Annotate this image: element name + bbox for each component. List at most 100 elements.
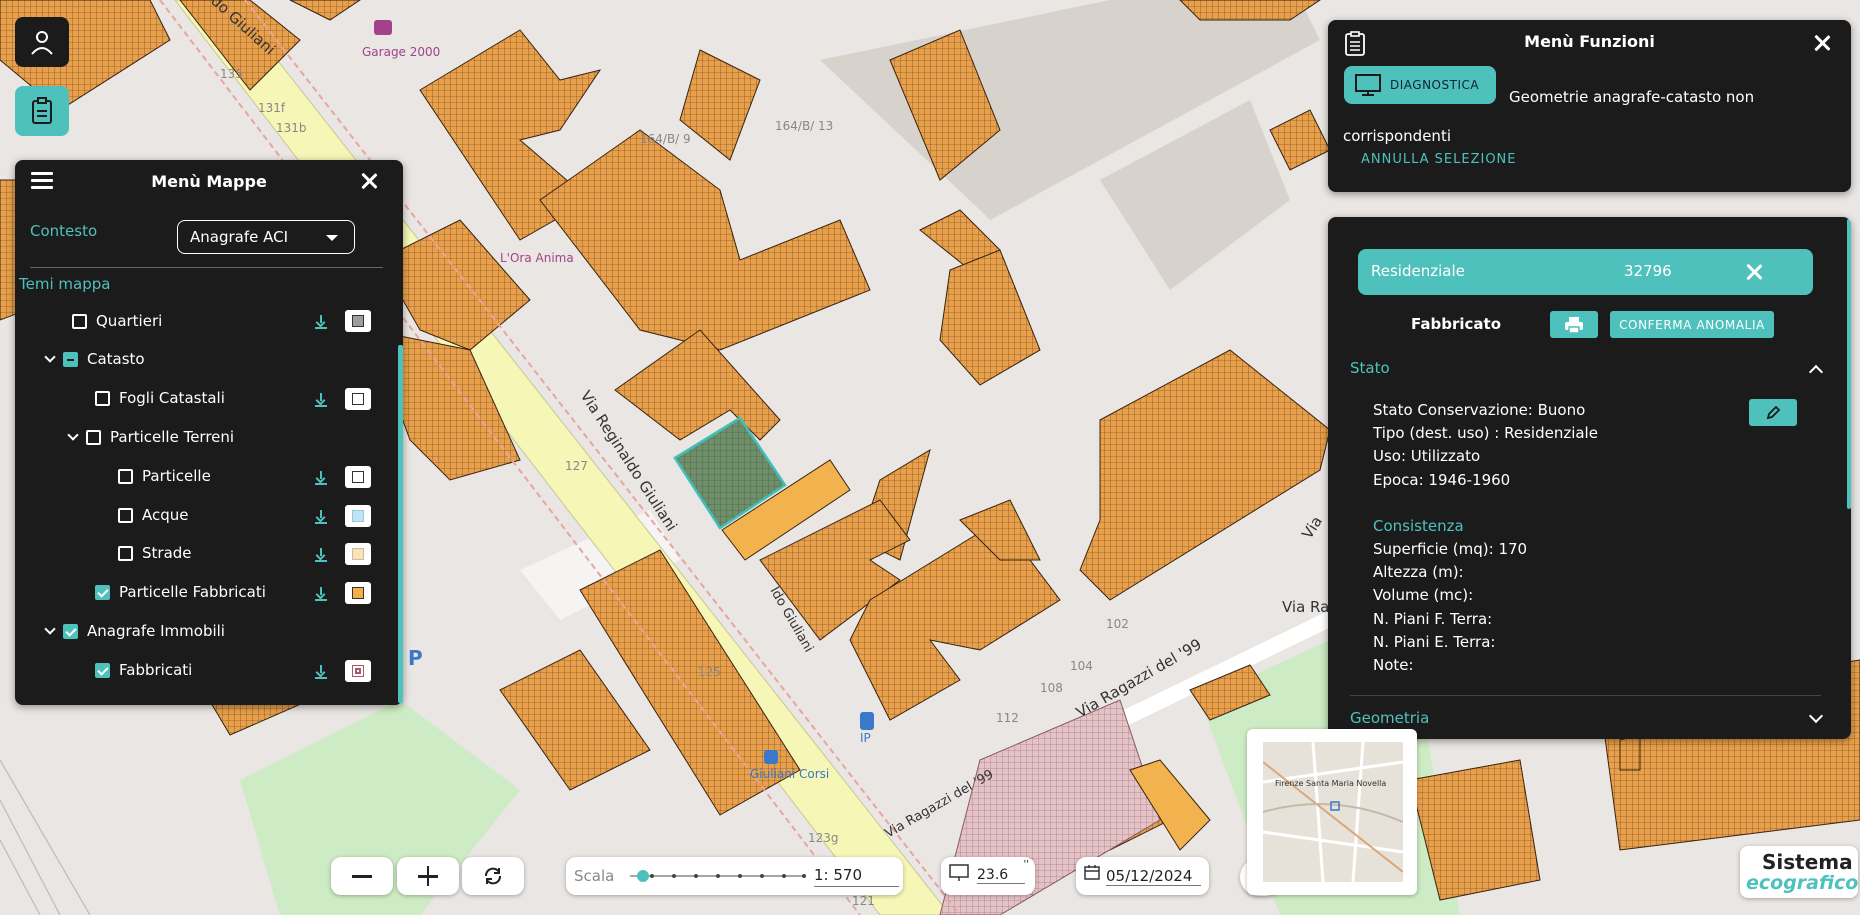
download-icon[interactable] — [315, 393, 327, 407]
context-label: Contesto — [30, 222, 98, 240]
tipo-dest-uso: Tipo (dest. uso) : Residenziale — [1373, 424, 1598, 442]
layer-row-particelle-fabbricati[interactable]: Particelle Fabbricati — [95, 573, 266, 611]
hamburger-icon[interactable] — [31, 172, 53, 190]
poi-ora: L'Ora Anima — [500, 251, 574, 265]
epoca: Epoca: 1946-1960 — [1373, 471, 1511, 489]
clipboard-icon — [32, 97, 52, 124]
house-number-112: 112 — [996, 711, 1019, 725]
layer-row-catasto[interactable]: Catasto — [45, 340, 145, 378]
download-icon[interactable] — [315, 510, 327, 524]
chevron-down-icon[interactable] — [45, 626, 55, 636]
house-number-104: 104 — [1070, 659, 1093, 673]
swatch-particelle[interactable] — [345, 466, 371, 488]
annulla-selezione-link[interactable]: ANNULLA SELEZIONE — [1361, 152, 1517, 167]
download-icon[interactable] — [315, 471, 327, 485]
checkbox[interactable] — [63, 623, 78, 639]
logo-line1: Sistema — [1762, 850, 1853, 874]
street-label-partial-a: Via Ra — [1282, 598, 1329, 616]
download-icon[interactable] — [315, 587, 327, 601]
layer-row-particelle-terreni[interactable]: Particelle Terreni — [68, 418, 234, 456]
checkbox[interactable] — [86, 429, 101, 445]
checkbox[interactable] — [72, 313, 87, 329]
chevron-down-icon[interactable] — [1808, 708, 1824, 724]
download-icon[interactable] — [315, 315, 327, 329]
house-number-127: 127 — [565, 459, 588, 473]
chevron-up-icon[interactable] — [1808, 364, 1824, 380]
checkbox[interactable] — [118, 545, 133, 561]
checkbox[interactable] — [95, 584, 110, 600]
diagnostica-button[interactable]: DIAGNOSTICA — [1344, 66, 1496, 104]
poi-garage: Garage 2000 — [362, 45, 440, 59]
layer-row-anagrafe-immobili[interactable]: Anagrafe Immobili — [45, 612, 225, 650]
monitor-icon — [1355, 74, 1381, 96]
layer-row-acque[interactable]: Acque — [118, 496, 189, 534]
layer-row-fogli-catastali[interactable]: Fogli Catastali — [95, 379, 225, 417]
divider — [30, 267, 383, 268]
category-label: Residenziale — [1371, 262, 1465, 280]
chevron-down-icon[interactable] — [68, 432, 78, 442]
checkbox[interactable] — [95, 662, 110, 678]
date-value[interactable]: 05/12/2024 — [1106, 867, 1201, 886]
close-icon[interactable] — [360, 172, 378, 190]
poi-bus: Giuliani Corsi — [750, 767, 829, 781]
house-number-131b: 131b — [276, 121, 307, 135]
layer-label: Strade — [142, 544, 192, 562]
chevron-down-icon[interactable] — [45, 354, 55, 364]
superficie: Superficie (mq): 170 — [1373, 540, 1528, 558]
close-icon[interactable] — [1745, 263, 1763, 281]
section-stato-header[interactable]: Stato — [1350, 359, 1390, 377]
scale-value[interactable]: 1: 570 — [814, 866, 899, 887]
checkbox[interactable] — [63, 351, 78, 367]
house-number-123g: 123g — [808, 831, 839, 845]
swatch-strade[interactable] — [345, 543, 371, 565]
conferma-anomalia-button[interactable]: CONFERMA ANOMALIA — [1610, 311, 1774, 338]
zoom-value[interactable]: 23.6 — [977, 867, 1025, 884]
printer-icon — [1565, 316, 1583, 334]
edit-button[interactable] — [1749, 399, 1797, 426]
layer-row-fabbricati[interactable]: Fabbricati — [95, 651, 192, 689]
section-geometria-header[interactable]: Geometria — [1350, 709, 1429, 727]
zoom-in-button[interactable] — [397, 857, 459, 895]
download-icon[interactable] — [315, 665, 327, 679]
swatch-particelle-fabbricati[interactable] — [345, 582, 371, 604]
checkbox[interactable] — [118, 468, 133, 484]
swatch-quartieri[interactable] — [345, 310, 371, 332]
print-button[interactable] — [1550, 311, 1598, 338]
layer-row-particelle[interactable]: Particelle — [118, 457, 211, 495]
house-number-164b9: 164/B/ 9 — [640, 132, 691, 146]
rotate-button[interactable] — [462, 857, 524, 895]
layer-row-quartieri[interactable]: Quartieri — [72, 302, 382, 340]
clipboard-button[interactable] — [15, 86, 69, 136]
download-icon[interactable] — [315, 548, 327, 562]
divider — [1350, 695, 1821, 696]
scale-slider[interactable] — [630, 869, 808, 883]
fuel-icon — [860, 712, 874, 730]
swatch-fogli-catastali[interactable] — [345, 388, 371, 410]
scale-control: Scala 1: 570 — [566, 857, 903, 895]
user-icon — [31, 31, 53, 55]
menu-funzioni-panel: Menù Funzioni Geometrie anagrafe-catasto… — [1328, 20, 1851, 192]
minimap[interactable]: Firenze Santa Maria Novella — [1247, 729, 1417, 895]
zoom-units: '' — [1023, 859, 1030, 870]
house-number-108: 108 — [1040, 681, 1063, 695]
scrollbar[interactable] — [1847, 219, 1851, 509]
altezza: Altezza (m): — [1373, 563, 1464, 581]
zoom-out-button[interactable] — [331, 857, 393, 895]
selected-building-chip: Residenziale 32796 — [1358, 249, 1813, 295]
layer-label: Anagrafe Immobili — [87, 622, 225, 640]
layer-label: Fogli Catastali — [119, 389, 225, 407]
checkbox[interactable] — [118, 507, 133, 523]
refresh-icon — [485, 867, 501, 885]
swatch-fabbricati[interactable] — [345, 660, 371, 682]
checkbox[interactable] — [95, 390, 110, 406]
user-button[interactable] — [15, 17, 69, 67]
scrollbar[interactable] — [398, 345, 403, 703]
layer-label: Catasto — [87, 350, 145, 368]
diagnostica-label: DIAGNOSTICA — [1390, 78, 1480, 92]
close-icon[interactable] — [1813, 34, 1831, 52]
context-select[interactable]: Anagrafe ACI — [177, 220, 355, 254]
bus-icon — [764, 750, 778, 764]
swatch-acque[interactable] — [345, 505, 371, 527]
layer-row-strade[interactable]: Strade — [118, 534, 192, 572]
menu-funzioni-title: Menù Funzioni — [1524, 32, 1655, 51]
